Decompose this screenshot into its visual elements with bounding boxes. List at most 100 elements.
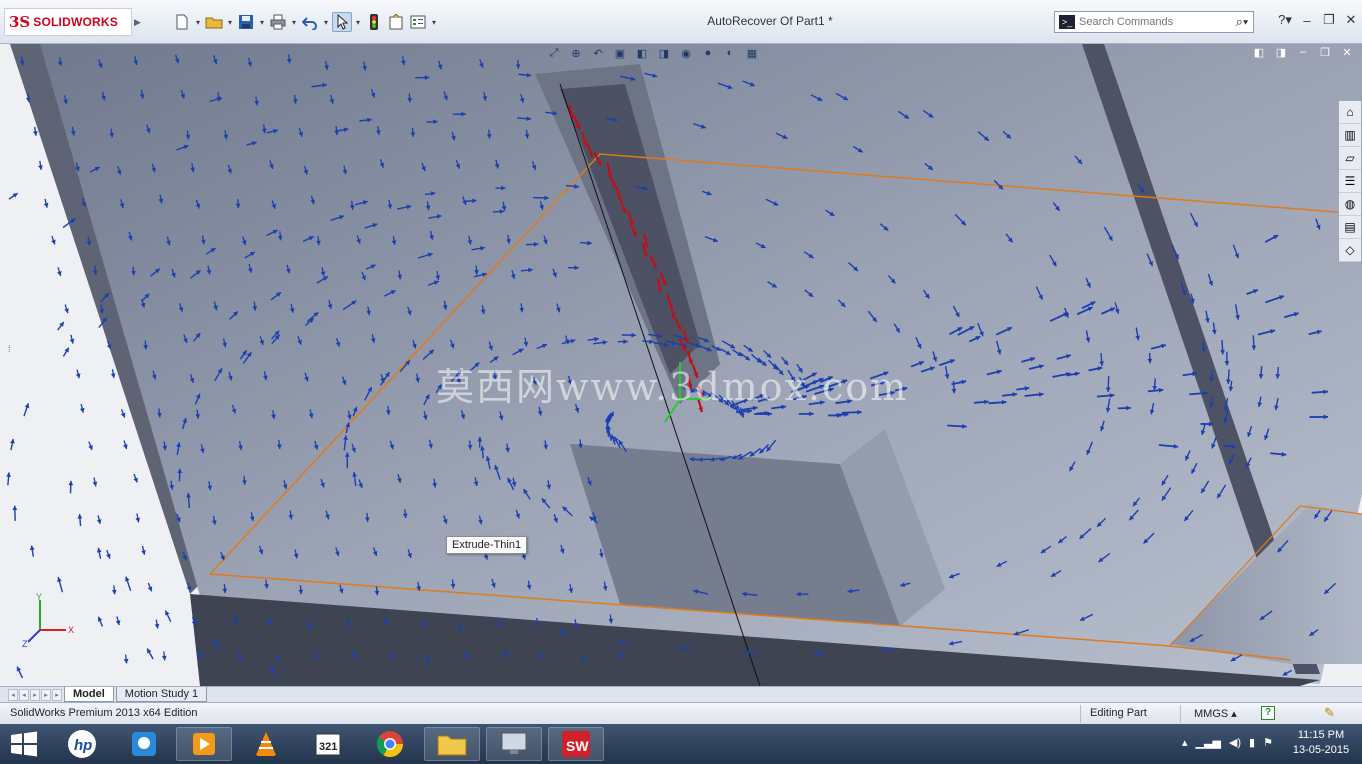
taskbar-media-player-app[interactable] bbox=[176, 727, 232, 761]
chrome-icon bbox=[376, 731, 404, 758]
scene-icon[interactable]: ◐ bbox=[722, 46, 738, 60]
network-signal-icon[interactable]: ▁▃▅ bbox=[1196, 736, 1221, 749]
options-button[interactable] bbox=[408, 12, 428, 32]
clock[interactable]: 11:15 PM 13-05-2015 bbox=[1286, 728, 1356, 758]
open-caret-icon[interactable]: ▾ bbox=[226, 18, 234, 27]
tab-motion-study[interactable]: Motion Study 1 bbox=[115, 687, 208, 702]
reference-triad: Y X Z bbox=[22, 592, 74, 648]
monitor-icon bbox=[501, 732, 527, 754]
feature-manager-collapse-handle[interactable]: ⁞ bbox=[8, 344, 14, 374]
new-document-button[interactable] bbox=[172, 12, 192, 32]
windows-taskbar: hp 321 SW ▴ ▁▃▅ ◀) ▮ ⚑ 11:15 PM 13-05-20… bbox=[0, 724, 1362, 764]
view-settings-icon[interactable]: ▦ bbox=[744, 46, 760, 60]
svg-text:hp: hp bbox=[74, 737, 92, 754]
flow-simulation-icon[interactable]: ◇ bbox=[1339, 239, 1361, 262]
save-button[interactable] bbox=[236, 12, 256, 32]
search-input[interactable] bbox=[1079, 16, 1219, 28]
tab-end-icon[interactable]: ▸ bbox=[52, 688, 62, 701]
undo-button[interactable] bbox=[300, 12, 320, 32]
tag-icon[interactable]: ✎ bbox=[1324, 705, 1335, 721]
options-caret-icon[interactable]: ▾ bbox=[430, 18, 438, 27]
taskbar-hp-support-app[interactable] bbox=[116, 727, 172, 761]
new-document-caret-icon[interactable]: ▾ bbox=[194, 18, 202, 27]
graphics-area[interactable]: ⤢ ⊕ ↶ ▣ ◧ ◨ ◉ ● ◐ ▦ ◧ ◨ – ❐ ✕ ⌂ ▥ ▱ ☰ ◍ … bbox=[0, 44, 1362, 686]
undo-icon bbox=[302, 17, 317, 30]
select-button[interactable] bbox=[332, 12, 352, 32]
file-explorer-icon bbox=[437, 735, 467, 756]
action-center-flag-icon[interactable]: ⚑ bbox=[1263, 736, 1273, 749]
taskbar-hp-app[interactable]: hp bbox=[54, 727, 110, 761]
task-pane: ⌂ ▥ ▱ ☰ ◍ ▤ ◇ bbox=[1338, 100, 1362, 263]
minimize-icon[interactable]: – bbox=[1300, 13, 1314, 28]
restore-icon[interactable]: ❐ bbox=[1322, 12, 1336, 28]
clock-time: 11:15 PM bbox=[1297, 729, 1345, 741]
svg-text:SW: SW bbox=[566, 738, 589, 754]
hide-show-icon[interactable]: ◉ bbox=[678, 46, 694, 60]
show-hidden-icons-icon[interactable]: ▴ bbox=[1182, 736, 1188, 749]
display-style-icon[interactable]: ◨ bbox=[656, 46, 672, 60]
file-properties-button[interactable] bbox=[386, 12, 406, 32]
search-commands-box[interactable]: >_ ⌕▾ bbox=[1054, 11, 1254, 33]
design-library-icon[interactable]: ▥ bbox=[1339, 124, 1361, 147]
windows-start-icon[interactable] bbox=[8, 730, 40, 758]
taskbar-321-app[interactable]: 321 bbox=[300, 727, 356, 761]
taskbar-vlc-app[interactable] bbox=[238, 727, 294, 761]
new-document-icon bbox=[176, 14, 188, 30]
view-palette-icon[interactable]: ☰ bbox=[1339, 170, 1361, 193]
tab-next-icon[interactable]: ▸ bbox=[30, 688, 40, 701]
appearances-icon[interactable]: ◍ bbox=[1339, 193, 1361, 216]
tile-right-icon[interactable]: ◨ bbox=[1274, 46, 1288, 60]
taskbar-file-explorer-app[interactable] bbox=[424, 727, 480, 761]
print-caret-icon[interactable]: ▾ bbox=[290, 18, 298, 27]
svg-text:321: 321 bbox=[319, 741, 337, 753]
print-button[interactable] bbox=[268, 12, 288, 32]
solidworks-window: 3S SOLIDWORKS ▶ ▾ ▾ ▾ ▾ ▾ ▾ ▾ AutoRecove… bbox=[0, 0, 1362, 764]
view-orientation-icon[interactable]: ◧ bbox=[634, 46, 650, 60]
select-caret-icon[interactable]: ▾ bbox=[354, 18, 362, 27]
unit-system[interactable]: MMGS ▴ bbox=[1194, 707, 1237, 720]
viewport-restore-icon[interactable]: ❐ bbox=[1318, 46, 1332, 60]
unit-caret-icon: ▴ bbox=[1231, 708, 1237, 720]
solidworks-logo[interactable]: 3S SOLIDWORKS bbox=[4, 8, 132, 36]
tab-model[interactable]: Model bbox=[64, 687, 114, 702]
file-explorer-icon[interactable]: ▱ bbox=[1339, 147, 1361, 170]
vlc-icon bbox=[256, 732, 276, 756]
tab-prev-icon[interactable]: ◂ bbox=[19, 688, 29, 701]
volume-icon[interactable]: ◀) bbox=[1229, 736, 1241, 749]
tab-first-icon[interactable]: ◂ bbox=[8, 688, 18, 701]
viewport-close-icon[interactable]: ✕ bbox=[1340, 46, 1354, 60]
rebuild-button[interactable] bbox=[364, 12, 384, 32]
open-button[interactable] bbox=[204, 12, 224, 32]
edition-label: SolidWorks Premium 2013 x64 Edition bbox=[10, 707, 198, 719]
help-icon[interactable]: ?▾ bbox=[1278, 12, 1292, 28]
tab-last-icon[interactable]: ▸ bbox=[41, 688, 51, 701]
tile-left-icon[interactable]: ◧ bbox=[1252, 46, 1266, 60]
brand-name: SOLIDWORKS bbox=[33, 15, 118, 29]
taskbar-network-app[interactable] bbox=[486, 727, 542, 761]
zoom-to-fit-icon[interactable]: ⤢ bbox=[546, 46, 562, 60]
zoom-area-icon[interactable]: ⊕ bbox=[568, 46, 584, 60]
title-bar: 3S SOLIDWORKS ▶ ▾ ▾ ▾ ▾ ▾ ▾ ▾ AutoRecove… bbox=[0, 0, 1362, 44]
appearance-icon[interactable]: ● bbox=[700, 46, 716, 60]
menu-expand-arrow-icon[interactable]: ▶ bbox=[134, 10, 142, 34]
viewport-minimize-icon[interactable]: – bbox=[1296, 46, 1310, 60]
battery-icon[interactable]: ▮ bbox=[1249, 736, 1255, 749]
undo-caret-icon[interactable]: ▾ bbox=[322, 18, 330, 27]
previous-view-icon[interactable]: ↶ bbox=[590, 46, 606, 60]
solidworks-resources-icon[interactable]: ⌂ bbox=[1339, 101, 1361, 124]
watermark: 莫西网www.3dmox.com bbox=[436, 365, 909, 409]
triad-y-label: Y bbox=[36, 592, 42, 602]
save-caret-icon[interactable]: ▾ bbox=[258, 18, 266, 27]
unit-system-label: MMGS bbox=[1194, 708, 1229, 720]
search-icon[interactable]: ⌕▾ bbox=[1231, 14, 1253, 30]
select-cursor-icon bbox=[337, 14, 349, 30]
open-folder-icon bbox=[205, 17, 223, 29]
ds-logo-mark: 3S bbox=[9, 13, 31, 31]
custom-properties-icon[interactable]: ▤ bbox=[1339, 216, 1361, 239]
section-view-icon[interactable]: ▣ bbox=[612, 46, 628, 60]
close-icon[interactable]: ✕ bbox=[1344, 12, 1358, 28]
heads-up-view-toolbar: ⤢ ⊕ ↶ ▣ ◧ ◨ ◉ ● ◐ ▦ bbox=[546, 46, 760, 60]
taskbar-solidworks-app[interactable]: SW bbox=[548, 727, 604, 761]
taskbar-chrome-app[interactable] bbox=[362, 727, 418, 761]
quick-tips-help-icon[interactable]: ? bbox=[1261, 706, 1275, 720]
